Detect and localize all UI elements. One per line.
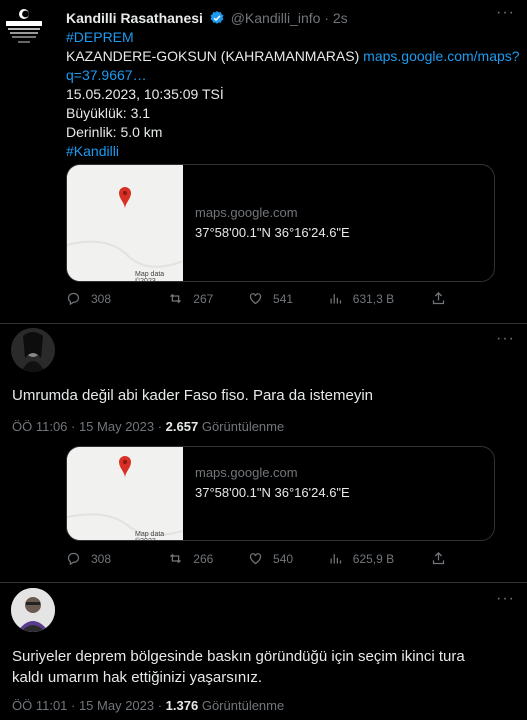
link-card[interactable]: Map data ©2023 maps.google.com 37°58'00.… [66,164,495,282]
reply-icon [67,552,80,566]
reply1-views-count: 2.657 [165,419,199,434]
reply2-meta: ÖÖ 11:01 · 15 May 2023 · 1.376 Görüntüle… [12,698,284,713]
reply-icon [67,292,80,306]
reply-button[interactable]: 308 [66,291,168,306]
tweet1-actions: 308 267 541 631,3 B [66,291,456,306]
retweet-icon [170,293,182,304]
card-coords: 37°58'00.1"N 36°16'24.6"E [195,485,350,500]
reply1-meta: ÖÖ 11:06 · 15 May 2023 · 2.657 Görüntüle… [12,419,284,434]
reply-count: 308 [91,291,112,306]
map-credit: Map data ©2023 [135,531,165,540]
more-dots-icon[interactable]: ··· [496,4,515,22]
views-icon [330,554,341,564]
separator-dot: · [324,10,329,26]
divider [0,323,527,324]
hashtag-kandilli[interactable]: #Kandilli [66,142,520,161]
heart-icon [249,553,262,565]
reply1-actions: 308 266 540 625,9 B [66,551,456,566]
quake-datetime: 15.05.2023, 10:35:09 TSİ [66,86,224,102]
views-icon [330,294,341,304]
quake-depth: Derinlik: 5.0 km [66,124,163,140]
like-count: 541 [273,291,294,306]
reply2-avatar[interactable] [11,588,55,632]
tweet1-body: #DEPREM KAZANDERE-GOKSUN (KAHRAMANMARAS)… [66,28,520,161]
more-dots-icon[interactable]: ··· [496,590,515,608]
heart-icon [249,293,262,305]
location-text: KAZANDERE-GOKSUN (KAHRAMANMARAS) [66,48,360,64]
retweet-count: 266 [193,551,214,566]
quake-magnitude: Büyüklük: 3.1 [66,105,151,121]
kandilli-avatar[interactable] [2,6,46,50]
tweet-time[interactable]: 2s [333,10,348,26]
share-icon [432,291,445,305]
author-name[interactable]: Kandilli Rasathanesi [66,10,203,26]
retweet-button[interactable]: 267 [168,291,248,306]
author-handle[interactable]: @Kandilli_info [231,10,321,26]
like-button[interactable]: 540 [248,551,328,566]
like-button[interactable]: 541 [248,291,328,306]
reply2-text-line2: kaldı umarım hak ettiğinizi yaşarsınız. [12,669,263,686]
views-count: 631,3 B [352,291,395,306]
share-button[interactable] [431,291,456,306]
reply1-link-card[interactable]: Map data ©2023 maps.google.com 37°58'00.… [66,446,495,541]
reply2-views-label: Görüntülenme [201,698,285,713]
maps-link[interactable]: maps.google.com/maps? [363,48,519,64]
card-domain: maps.google.com [195,205,298,220]
reply2-views-count: 1.376 [165,698,199,713]
retweet-button[interactable]: 266 [168,551,248,566]
like-count: 540 [273,551,294,566]
reply1-avatar[interactable] [11,328,55,372]
more-dots-icon[interactable]: ··· [496,330,515,348]
reply-button[interactable]: 308 [66,551,168,566]
hashtag-deprem[interactable]: #DEPREM [66,28,520,47]
divider [0,582,527,583]
map-thumbnail: Map data ©2023 [67,165,184,282]
card-domain: maps.google.com [195,465,298,480]
reply2-text: Suriyeler deprem bölgesinde baskın görün… [12,646,465,688]
reply1-views-label: Görüntülenme [201,419,285,434]
map-credit: Map data ©2023 [135,271,165,282]
maps-link-cont[interactable]: q=37.9667… [66,66,520,85]
share-icon [432,551,445,565]
location-line: KAZANDERE-GOKSUN (KAHRAMANMARAS) maps.go… [66,47,520,66]
reply2-text-line1: Suriyeler deprem bölgesinde baskın görün… [12,648,465,665]
reply-count: 308 [91,551,112,566]
reply1-text: Umrumda değil abi kader Faso fiso. Para … [12,387,373,404]
retweet-count: 267 [193,291,214,306]
reply1-time[interactable]: ÖÖ 11:06 · 15 May 2023 · [12,419,166,434]
share-button[interactable] [431,551,456,566]
card-coords: 37°58'00.1"N 36°16'24.6"E [195,225,350,240]
views-count: 625,9 B [352,551,395,566]
views-button[interactable]: 631,3 B [328,291,431,306]
map-thumbnail: Map data ©2023 [67,447,184,540]
reply2-time[interactable]: ÖÖ 11:01 · 15 May 2023 · [12,698,166,713]
retweet-icon [170,553,182,564]
views-button[interactable]: 625,9 B [328,551,431,566]
